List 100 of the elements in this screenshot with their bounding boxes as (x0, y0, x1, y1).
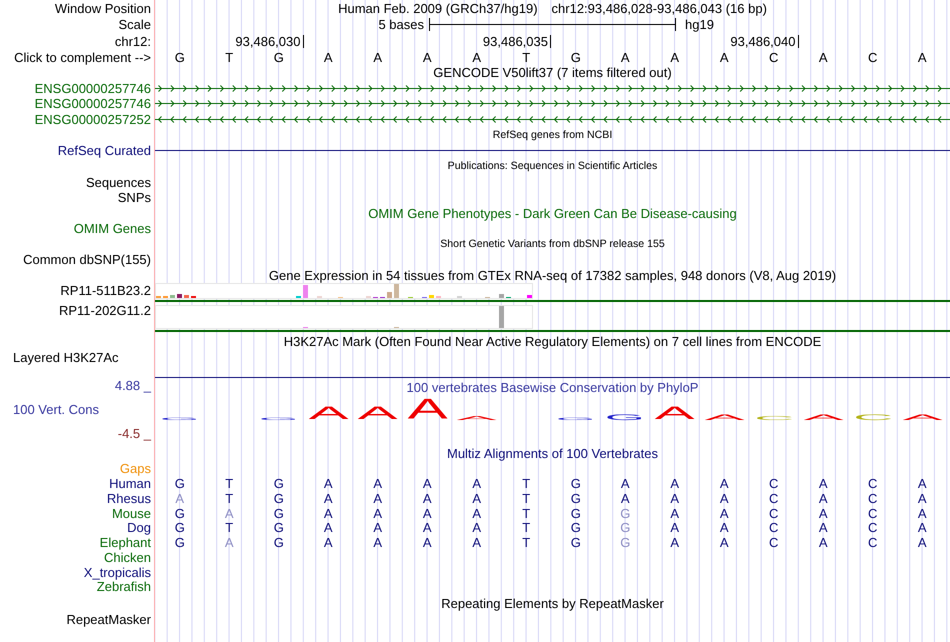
alignment-base: A (818, 476, 828, 491)
alignment-base: A (224, 535, 234, 550)
alignment-base: A (818, 490, 828, 506)
conservation-letter: A (308, 407, 348, 420)
track-label: 100 Vert. Cons (13, 402, 99, 417)
track-label: Sequences (86, 175, 151, 190)
alignment-base: A (373, 476, 382, 491)
alignment-base: A (472, 490, 482, 506)
alignment-base: T (225, 490, 234, 506)
conservation-letter: A (358, 407, 398, 420)
expression-bar (387, 292, 392, 298)
sequence-base: A (670, 50, 680, 64)
alignment-base: A (324, 506, 333, 520)
conservation-letter: A (654, 407, 695, 420)
coordinate-label: 93,486,040 (730, 34, 798, 48)
gaps-label: Gaps (120, 461, 151, 476)
species-label: Dog (127, 520, 151, 536)
alignment-base: A (422, 506, 432, 520)
alignment-base: C (769, 520, 778, 536)
alignment-base: G (570, 520, 581, 536)
alignment-base: C (868, 506, 878, 520)
alignment-base: A (620, 476, 630, 491)
alignment-base: G (620, 535, 630, 550)
alignment-base: C (769, 490, 778, 506)
alignment-base: A (918, 535, 927, 550)
species-label: Elephant (100, 535, 151, 550)
track-label: RP11-202G11.2 (58, 303, 151, 318)
sequence-base: T (225, 50, 234, 64)
species-label: Chicken (104, 550, 151, 565)
alignment-base: A (373, 490, 382, 506)
track-title: Publications: Sequences in Scientific Articles (448, 160, 658, 173)
alignment-base: A (918, 520, 927, 536)
track-title: Repeating Elements by RepeatMasker (441, 596, 664, 611)
alignment-base: G (274, 476, 284, 491)
alignment-base: T (522, 476, 530, 491)
species-label: Human (109, 476, 151, 491)
alignment-base: A (472, 520, 482, 536)
alignment-base: T (522, 490, 530, 506)
expression-bar (527, 295, 532, 298)
alignment-base: A (670, 506, 680, 520)
alignment-base: G (274, 490, 284, 506)
species-label: Mouse (112, 506, 151, 520)
alignment-base: A (918, 506, 927, 520)
track-title: Short Genetic Variants from dbSNP release 155 (440, 238, 665, 250)
track-title: Gene Expression in 54 tissues from GTEx RNA-seq of 17382 samples, 948 donors (V8, Aug 2019) (268, 268, 836, 282)
alignment-base: A (324, 490, 333, 506)
alignment-base: G (620, 506, 630, 520)
conservation-letter: C (852, 414, 893, 420)
alignment-base: A (918, 490, 927, 506)
row-label: Window Position (54, 0, 151, 16)
alignment-base: A (373, 506, 382, 520)
scale-length-text: 5 bases (378, 17, 424, 32)
alignment-base: G (274, 506, 284, 520)
alignment-base: A (818, 506, 828, 520)
expression-bar (429, 295, 434, 298)
expression-bar (170, 295, 175, 298)
sequence-base: A (818, 50, 828, 64)
alignment-base: G (570, 490, 581, 506)
sequence-base: G (274, 50, 284, 64)
alignment-base: A (818, 520, 828, 536)
expression-bar (184, 295, 189, 298)
alignment-base: A (324, 535, 333, 550)
sequence-base: A (720, 50, 729, 64)
alignment-base: A (324, 520, 333, 536)
alignment-base: G (274, 520, 284, 536)
alignment-base: G (274, 535, 284, 550)
alignment-base: G (174, 476, 185, 491)
track-label: ENSG00000257746 (34, 80, 151, 96)
alignment-base: A (422, 520, 432, 536)
alignment-base: T (522, 520, 530, 536)
alignment-base: T (522, 506, 530, 520)
alignment-base: A (720, 476, 729, 491)
alignment-base: C (868, 535, 878, 550)
chromosome-label: chr12: (114, 34, 151, 48)
expression-bar (499, 306, 504, 328)
alignment-base: A (670, 490, 680, 506)
position-text: chr12:93,486,028-93,486,043 (16 bp) (552, 0, 767, 16)
complement-link[interactable]: Click to complement --> (14, 50, 151, 64)
alignment-base: A (422, 535, 432, 550)
alignment-base: A (620, 490, 630, 506)
alignment-base: G (174, 506, 185, 520)
expression-bar (303, 285, 308, 298)
coordinate-label: 93,486,030 (235, 34, 304, 48)
conservation-letter: A (704, 414, 744, 420)
alignment-base: A (373, 535, 382, 550)
alignment-base: A (720, 535, 729, 550)
alignment-base: A (670, 520, 680, 536)
alignment-base: A (324, 476, 333, 491)
track-label: ENSG00000257252 (34, 112, 151, 127)
alignment-base: A (175, 490, 184, 506)
axis-max-label: 4.88 _ (114, 378, 151, 393)
conservation-letter: A (902, 414, 942, 420)
alignment-base: A (670, 535, 680, 550)
alignment-base: A (670, 476, 680, 491)
alignment-base: G (570, 506, 581, 520)
alignment-base: C (769, 476, 778, 491)
track-title: GENCODE V50lift37 (7 items filtered out) (433, 65, 672, 80)
alignment-base: C (868, 520, 878, 536)
conservation-letter: G (605, 414, 646, 420)
track-label: Common dbSNP(155) (23, 252, 151, 267)
